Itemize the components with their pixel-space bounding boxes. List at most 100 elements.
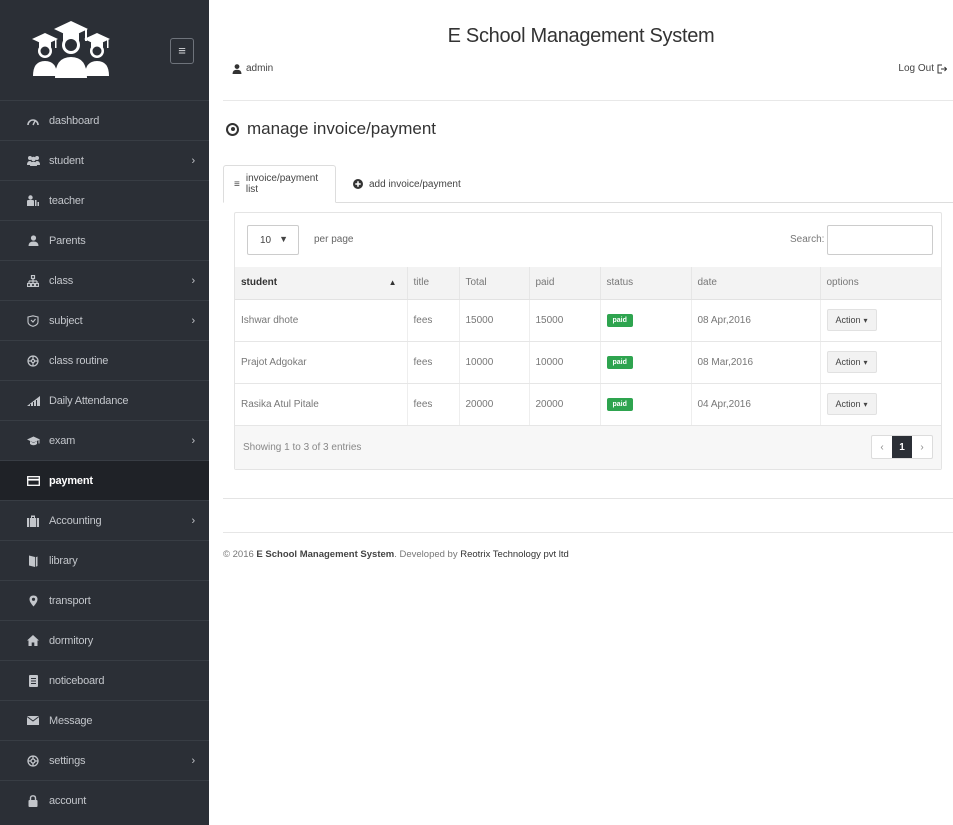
cell-student: Rasika Atul Pitale	[235, 383, 407, 426]
column-header-status[interactable]: status	[599, 267, 691, 300]
cell-student: Ishwar dhote	[235, 299, 407, 342]
tab-invoice-payment-list[interactable]: ≡ invoice/payment list	[223, 165, 336, 203]
cell-title: fees	[406, 341, 459, 384]
sidebar-item-message[interactable]: Message	[0, 700, 209, 740]
sidebar-item-accounting[interactable]: Accounting ›	[0, 500, 209, 540]
cell-status: paid	[599, 341, 691, 384]
pagination-page-button[interactable]: 1	[892, 436, 912, 458]
sidebar-item-library[interactable]: library	[0, 540, 209, 580]
cell-date: 08 Mar,2016	[690, 341, 820, 384]
sidebar-item-exam[interactable]: exam ›	[0, 420, 209, 460]
invoice-table: student ▲ title Total paid status date o…	[235, 267, 941, 426]
action-label: Action	[835, 315, 861, 325]
cell-date: 04 Apr,2016	[690, 383, 820, 426]
sidebar-item-dashboard[interactable]: dashboard	[0, 100, 209, 140]
column-label: title	[413, 277, 430, 289]
cell-status: paid	[599, 383, 691, 426]
sidebar-item-dormitory[interactable]: dormitory	[0, 620, 209, 660]
list-icon: ≡	[234, 178, 240, 190]
sidebar-item-noticeboard[interactable]: noticeboard	[0, 660, 209, 700]
column-header-student[interactable]: student ▲	[235, 267, 407, 300]
sidebar-item-label: Accounting	[49, 514, 102, 527]
sidebar-item-subject[interactable]: subject ›	[0, 300, 209, 340]
chevron-right-icon: ›	[191, 754, 196, 767]
tab-label: invoice/payment list	[245, 173, 319, 195]
sidebar-item-label: payment	[49, 474, 93, 487]
column-header-title[interactable]: title	[406, 267, 459, 300]
caret-down-icon: ▾	[863, 357, 868, 367]
cell-paid: 10000	[528, 341, 600, 384]
sidebar-item-label: class	[49, 274, 74, 287]
hamburger-icon: ≡	[178, 43, 186, 58]
sitemap-icon	[26, 274, 40, 288]
table-footer: Showing 1 to 3 of 3 entries ‹ 1 ›	[235, 425, 941, 469]
sidebar-item-label: subject	[49, 314, 83, 327]
cell-title: fees	[406, 299, 459, 342]
sidebar-item-account[interactable]: account	[0, 780, 209, 820]
sidebar-item-label: Message	[49, 714, 93, 727]
table-row: Prajot Adgokar fees 10000 10000 paid 08 …	[235, 341, 941, 384]
page-heading: manage invoice/payment	[226, 119, 436, 139]
header-divider	[223, 100, 953, 101]
sidebar-item-label: noticeboard	[49, 674, 105, 687]
action-dropdown-button[interactable]: Action ▾	[826, 351, 877, 373]
cell-total: 15000	[458, 299, 529, 342]
search-input[interactable]	[827, 225, 933, 255]
bar-chart-icon	[26, 394, 40, 408]
footer-company-link[interactable]: Reotrix Technology pvt ltd	[460, 549, 569, 560]
sidebar-item-label: student	[49, 154, 84, 167]
column-header-options[interactable]: options	[819, 267, 941, 300]
search-label: Search:	[790, 234, 825, 245]
sidebar-item-class-routine[interactable]: class routine	[0, 340, 209, 380]
sidebar-item-settings[interactable]: settings ›	[0, 740, 209, 780]
status-badge: paid	[606, 313, 633, 327]
sidebar-item-class[interactable]: class ›	[0, 260, 209, 300]
sidebar-item-label: Parents	[49, 234, 86, 247]
sidebar-item-label: Daily Attendance	[49, 394, 129, 407]
column-header-date[interactable]: date	[690, 267, 820, 300]
column-label: Total	[465, 277, 487, 289]
sidebar-item-teacher[interactable]: teacher	[0, 180, 209, 220]
column-label: paid	[535, 277, 555, 289]
logout-link[interactable]: Log Out	[898, 63, 947, 74]
book-icon	[26, 554, 40, 568]
sidebar-item-label: dormitory	[49, 634, 94, 647]
pagination-next-button[interactable]: ›	[912, 436, 932, 458]
sidebar-item-student[interactable]: student ›	[0, 140, 209, 180]
sidebar-toggle-button[interactable]: ≡	[170, 38, 194, 64]
briefcase-icon	[26, 514, 40, 528]
sidebar-item-parents[interactable]: Parents	[0, 220, 209, 260]
page-length-select[interactable]: 10 ▼	[247, 225, 299, 255]
cell-options: Action ▾	[819, 383, 941, 426]
table-header-row: student ▲ title Total paid status date o…	[235, 267, 941, 300]
cell-student: Prajot Adgokar	[235, 341, 407, 384]
sidebar-nav: dashboard student › teacher Parents clas…	[0, 100, 209, 820]
sidebar-item-label: dashboard	[49, 114, 100, 127]
tab-add-invoice-payment[interactable]: add invoice/payment	[343, 165, 471, 203]
column-header-paid[interactable]: paid	[528, 267, 600, 300]
table-row: Ishwar dhote fees 15000 15000 paid 08 Ap…	[235, 299, 941, 342]
invoice-panel: ≡ invoice/payment list add invoice/payme…	[223, 165, 953, 499]
action-dropdown-button[interactable]: Action ▾	[826, 309, 877, 331]
user-icon	[232, 63, 242, 74]
sidebar-item-transport[interactable]: transport	[0, 580, 209, 620]
column-header-total[interactable]: Total	[458, 267, 529, 300]
table-info: Showing 1 to 3 of 3 entries	[243, 442, 362, 453]
sidebar-item-payment[interactable]: payment	[0, 460, 209, 500]
cell-paid: 15000	[528, 299, 600, 342]
pagination-prev-button[interactable]: ‹	[872, 436, 892, 458]
chevron-down-icon: ▼	[279, 234, 288, 244]
user-menu-link[interactable]: admin	[232, 63, 273, 74]
per-page-label: per page	[314, 234, 354, 245]
teacher-icon	[26, 194, 40, 208]
chevron-right-icon: ›	[191, 274, 196, 287]
cell-date: 08 Apr,2016	[690, 299, 820, 342]
clipboard-icon	[26, 674, 40, 688]
page-title: manage invoice/payment	[247, 119, 437, 138]
action-label: Action	[835, 357, 861, 367]
school-logo-icon[interactable]	[30, 20, 112, 80]
column-label: status	[606, 277, 634, 289]
action-dropdown-button[interactable]: Action ▾	[826, 393, 877, 415]
graduation-cap-icon	[26, 434, 40, 448]
sidebar-item-daily-attendance[interactable]: Daily Attendance	[0, 380, 209, 420]
